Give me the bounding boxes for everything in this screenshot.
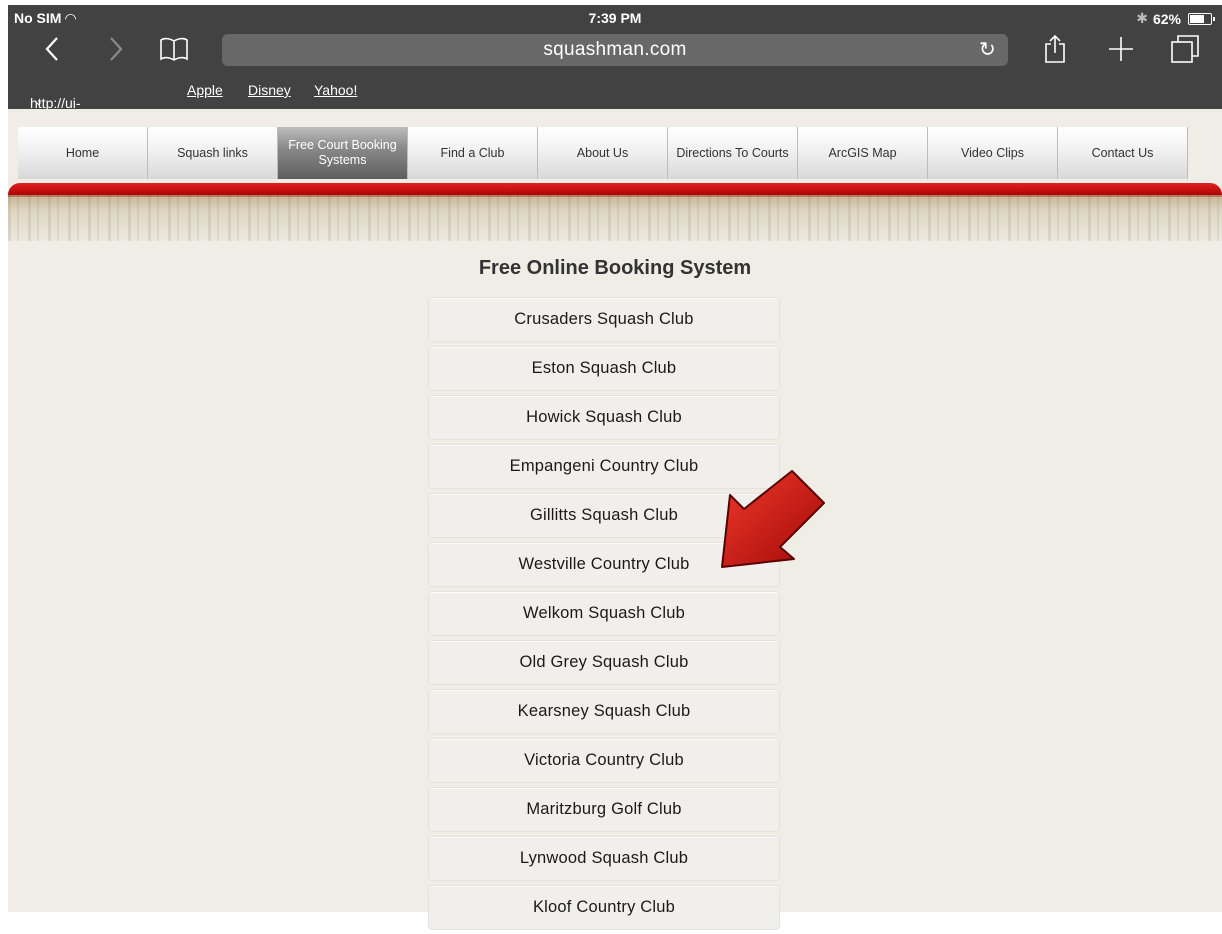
status-bar: No SIM ◠ 7:39 PM ✱ 62% <box>8 5 1222 29</box>
battery-icon <box>1188 12 1215 25</box>
club-button-victoria[interactable]: Victoria Country Club <box>428 738 780 783</box>
address-bar[interactable]: squashman.com ↻ <box>222 34 1008 66</box>
red-arrow-icon <box>721 470 825 568</box>
back-icon[interactable] <box>38 29 66 69</box>
nav-contact-us[interactable]: Contact Us <box>1058 127 1188 179</box>
url-text: squashman.com <box>543 39 687 60</box>
bookmark-disney[interactable]: Disney <box>248 82 291 98</box>
club-button-crusaders[interactable]: Crusaders Squash Club <box>428 297 780 342</box>
nav-squash-links[interactable]: Squash links <box>148 127 278 179</box>
nav-video-clips[interactable]: Video Clips <box>928 127 1058 179</box>
new-tab-icon[interactable] <box>1104 29 1138 69</box>
club-button-kearsney[interactable]: Kearsney Squash Club <box>428 689 780 734</box>
bookmark-yahoo[interactable]: Yahoo! <box>314 82 357 98</box>
header-texture <box>8 195 1222 241</box>
nav-find-a-club[interactable]: Find a Club <box>408 127 538 179</box>
tabs-icon[interactable] <box>1168 29 1202 69</box>
nav-home[interactable]: Home <box>18 127 148 179</box>
nav-free-court-booking[interactable]: Free Court Booking Systems <box>278 127 408 179</box>
share-icon[interactable] <box>1038 29 1072 69</box>
bookmarks-icon[interactable] <box>156 29 192 69</box>
reload-icon[interactable]: ↻ <box>979 37 996 62</box>
club-button-eston[interactable]: Eston Squash Club <box>428 346 780 391</box>
web-page: Home Squash links Free Court Booking Sys… <box>8 109 1222 930</box>
page-title: Free Online Booking System <box>478 257 752 279</box>
bookmarks-bar: http://ui-cloud.com⌄ Apple Disney Yahoo! <box>30 82 358 127</box>
club-button-kloof[interactable]: Kloof Country Club <box>428 885 780 930</box>
browser-toolbar: squashman.com ↻ <box>8 29 1222 69</box>
nav-about-us[interactable]: About Us <box>538 127 668 179</box>
status-time: 7:39 PM <box>588 10 642 26</box>
club-list: Crusaders Squash Club Eston Squash Club … <box>428 297 780 934</box>
club-button-welkom[interactable]: Welkom Squash Club <box>428 591 780 636</box>
status-right: ✱ 62% <box>1136 10 1215 27</box>
chevron-down-icon: ⌄ <box>34 96 44 108</box>
browser-chrome: No SIM ◠ 7:39 PM ✱ 62% squashman.com ↻ h… <box>8 5 1222 127</box>
club-button-howick[interactable]: Howick Squash Club <box>428 395 780 440</box>
site-nav: Home Squash links Free Court Booking Sys… <box>18 127 1188 179</box>
battery-percent: 62% <box>1152 10 1181 27</box>
nav-directions[interactable]: Directions To Courts <box>668 127 798 179</box>
bookmark-apple[interactable]: Apple <box>187 82 223 98</box>
nav-arcgis-map[interactable]: ArcGIS Map <box>798 127 928 179</box>
club-button-lynwood[interactable]: Lynwood Squash Club <box>428 836 780 881</box>
forward-icon[interactable] <box>102 29 130 69</box>
club-button-old-grey[interactable]: Old Grey Squash Club <box>428 640 780 685</box>
bluetooth-icon: ✱ <box>1136 10 1148 26</box>
club-button-maritzburg[interactable]: Maritzburg Golf Club <box>428 787 780 832</box>
